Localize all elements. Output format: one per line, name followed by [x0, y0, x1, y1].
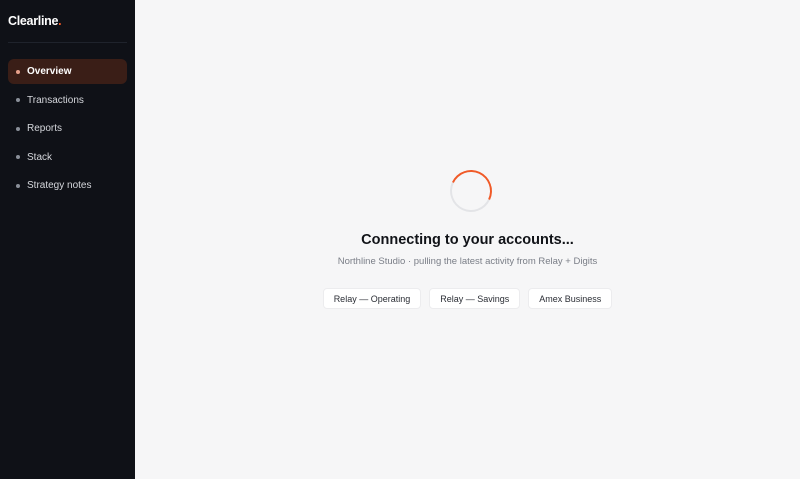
account-chip: Relay — Savings — [429, 288, 521, 309]
main-content: Connecting to your accounts... Northline… — [135, 0, 800, 479]
sidebar-item-transactions[interactable]: Transactions — [8, 88, 127, 113]
app-shell: Clearline. Overview Transactions Reports… — [0, 0, 800, 479]
bullet-icon — [16, 183, 20, 188]
loading-subtitle: Northline Studio · pulling the latest ac… — [337, 256, 598, 267]
sidebar-item-label: Transactions — [27, 94, 84, 106]
sidebar-nav: Overview Transactions Reports Stack Stra… — [8, 59, 127, 198]
loading-spinner-icon — [444, 164, 498, 218]
bullet-icon — [16, 98, 20, 102]
sidebar-item-label: Overview — [27, 66, 72, 77]
sidebar-item-overview[interactable]: Overview — [8, 59, 127, 84]
brand-logo[interactable]: Clearline. — [8, 14, 127, 28]
sidebar-item-reports[interactable]: Reports — [8, 116, 127, 141]
bullet-icon — [16, 126, 20, 131]
sidebar-item-label: Stack — [27, 151, 53, 163]
sidebar: Clearline. Overview Transactions Reports… — [0, 0, 135, 479]
account-chip: Amex Business — [528, 288, 613, 309]
bullet-icon — [16, 69, 20, 74]
sidebar-divider — [8, 42, 127, 43]
loading-title: Connecting to your accounts... — [361, 232, 574, 248]
bullet-icon — [16, 155, 20, 159]
sidebar-item-label: Strategy notes — [27, 180, 92, 191]
sidebar-item-strategy-notes[interactable]: Strategy notes — [8, 173, 127, 198]
account-chip: Relay — Operating — [322, 288, 422, 309]
brand-name: Clearline — [8, 14, 59, 28]
brand-dot: . — [58, 14, 62, 28]
sidebar-item-stack[interactable]: Stack — [8, 145, 127, 170]
sidebar-item-label: Reports — [27, 123, 63, 134]
account-chips: Relay — Operating Relay — Savings Amex B… — [135, 288, 800, 309]
